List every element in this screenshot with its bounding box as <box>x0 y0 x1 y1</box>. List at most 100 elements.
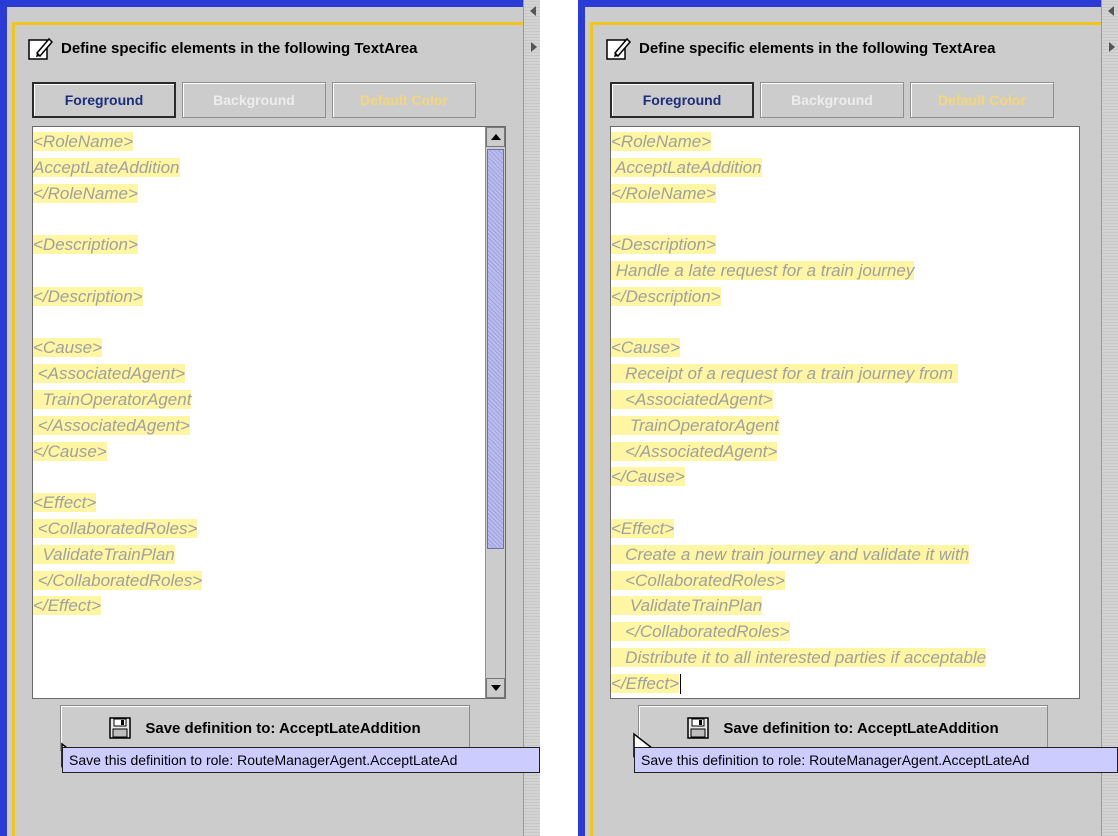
default-color-button[interactable]: Default Color <box>332 82 476 118</box>
text-line: TrainOperatorAgent <box>611 413 986 439</box>
floppy-disk-icon <box>109 717 132 739</box>
collapse-left-icon[interactable] <box>1108 6 1114 16</box>
highlighted-text: <Effect> <box>611 518 675 538</box>
text-line <box>33 206 202 232</box>
collapse-right-icon[interactable] <box>1109 42 1115 52</box>
text-line <box>33 258 202 284</box>
text-line: <AssociatedAgent> <box>33 361 202 387</box>
text-line: <AssociatedAgent> <box>611 387 986 413</box>
text-line: <Effect> <box>611 516 986 542</box>
header-label: Define specific elements in the followin… <box>61 39 418 57</box>
highlighted-text: <RoleName> <box>611 132 712 151</box>
highlighted-text: <CollaboratedRoles> <box>33 518 198 538</box>
highlighted-text: TrainOperatorAgent <box>611 415 779 435</box>
text-line: ValidateTrainPlan <box>33 542 202 568</box>
text-line: <Cause> <box>33 335 202 361</box>
text-line: <RoleName> <box>611 129 986 155</box>
text-line: </CollaboratedRoles> <box>611 619 986 645</box>
textarea-lines: <RoleName> AcceptLateAddition </RoleName>… <box>611 129 987 697</box>
notepad-pencil-icon <box>28 37 53 60</box>
scroll-up-button[interactable] <box>486 127 505 147</box>
scroll-down-button[interactable] <box>486 678 505 698</box>
vertical-scrollbar[interactable] <box>485 127 505 698</box>
highlighted-text: </CollaboratedRoles> <box>33 570 203 590</box>
highlighted-text: Receipt of a request for a train journey… <box>611 364 958 384</box>
background-button[interactable]: Background <box>182 82 326 118</box>
arrow-down-icon <box>490 685 501 691</box>
editor-content: Define specific elements in the followin… <box>593 25 1107 836</box>
header-label: Define specific elements in the followin… <box>639 39 996 57</box>
save-definition-button[interactable]: Save definition to: AcceptLateAddition <box>60 705 470 751</box>
save-label: Save definition to: AcceptLateAddition <box>145 719 421 737</box>
window-border-top <box>578 0 1118 7</box>
save-tooltip: Save this definition to role: RouteManag… <box>62 747 540 773</box>
panel-splitter[interactable] <box>1101 0 1118 836</box>
highlighted-text: <Description> <box>33 235 138 255</box>
definition-textarea[interactable]: <RoleName> AcceptLateAddition </RoleName>… <box>610 126 1080 699</box>
text-line: <Description> <box>33 232 202 258</box>
text-line: </Description> <box>33 284 202 310</box>
collapse-right-icon[interactable] <box>531 42 537 52</box>
highlighted-text: </Effect> <box>33 596 102 616</box>
text-line: <Effect> <box>33 490 202 516</box>
highlighted-text: ValidateTrainPlan <box>33 544 175 564</box>
definition-textarea[interactable]: <RoleName> AcceptLateAddition </RoleName> <… <box>32 126 506 699</box>
highlighted-text: </RoleName> <box>33 183 138 203</box>
highlighted-text: <Cause> <box>611 338 680 358</box>
highlighted-text: Create a new train journey and validate … <box>611 544 970 564</box>
text-line: </RoleName> <box>33 181 202 207</box>
background-button[interactable]: Background <box>760 82 904 118</box>
text-line: </AssociatedAgent> <box>611 439 986 465</box>
highlighted-text: <Description> <box>611 235 716 255</box>
window-border-left <box>0 0 7 836</box>
right-editor-panel: Define specific elements in the followin… <box>578 0 1118 836</box>
highlighted-text: <Cause> <box>33 338 102 358</box>
collapse-left-icon[interactable] <box>530 6 536 16</box>
default-color-button[interactable]: Default Color <box>910 82 1054 118</box>
scroll-thumb[interactable] <box>487 149 504 549</box>
highlighted-text: </CollaboratedRoles> <box>611 622 790 642</box>
arrow-up-icon <box>490 134 501 140</box>
textarea-header: Define specific elements in the followin… <box>27 35 417 61</box>
text-line <box>611 206 986 232</box>
highlighted-text: </AssociatedAgent> <box>33 415 190 435</box>
text-line: </Cause> <box>611 464 986 490</box>
text-line: AcceptLateAddition <box>33 155 202 181</box>
text-line <box>611 310 986 336</box>
text-line: <CollaboratedRoles> <box>611 568 986 594</box>
save-tooltip: Save this definition to role: RouteManag… <box>634 747 1118 773</box>
notepad-pencil-icon <box>606 37 631 60</box>
foreground-button[interactable]: Foreground <box>610 82 754 118</box>
highlighted-text: TrainOperatorAgent <box>33 389 192 409</box>
highlighted-text: </Effect> <box>611 673 680 693</box>
textarea-header: Define specific elements in the followin… <box>605 35 995 61</box>
window-border-top <box>0 0 540 7</box>
save-definition-button[interactable]: Save definition to: AcceptLateAddition <box>638 705 1048 751</box>
panel-splitter[interactable] <box>523 0 540 836</box>
text-caret <box>680 674 682 695</box>
window-border-left <box>578 0 585 836</box>
highlighted-text: </Description> <box>33 286 143 306</box>
highlighted-text: <AssociatedAgent> <box>33 364 186 384</box>
text-line: Distribute it to all interested parties … <box>611 645 987 671</box>
highlighted-text: <RoleName> <box>33 132 134 151</box>
highlighted-text: ValidateTrainPlan <box>611 596 763 616</box>
foreground-button[interactable]: Foreground <box>32 82 176 118</box>
highlighted-text: </Description> <box>611 286 721 306</box>
text-line: TrainOperatorAgent <box>33 387 202 413</box>
text-line: </Effect> <box>33 593 202 619</box>
highlighted-text: AcceptLateAddition <box>611 157 762 177</box>
text-line: </RoleName> <box>611 181 986 207</box>
text-line: Create a new train journey and validate … <box>611 542 986 568</box>
text-line: </Cause> <box>33 439 202 465</box>
text-line: ValidateTrainPlan <box>611 593 986 619</box>
text-line: AcceptLateAddition <box>611 155 986 181</box>
textarea-lines: <RoleName> AcceptLateAddition </RoleName> <… <box>33 129 203 619</box>
text-line: <Description> <box>611 232 986 258</box>
text-line: <RoleName> <box>33 129 202 155</box>
floppy-disk-icon <box>687 717 710 739</box>
highlighted-text: </Cause> <box>33 441 107 461</box>
highlighted-text: </AssociatedAgent> <box>611 441 778 461</box>
highlighted-text: <AssociatedAgent> <box>611 389 773 409</box>
text-line: Receipt of a request for a train journey… <box>611 361 986 387</box>
